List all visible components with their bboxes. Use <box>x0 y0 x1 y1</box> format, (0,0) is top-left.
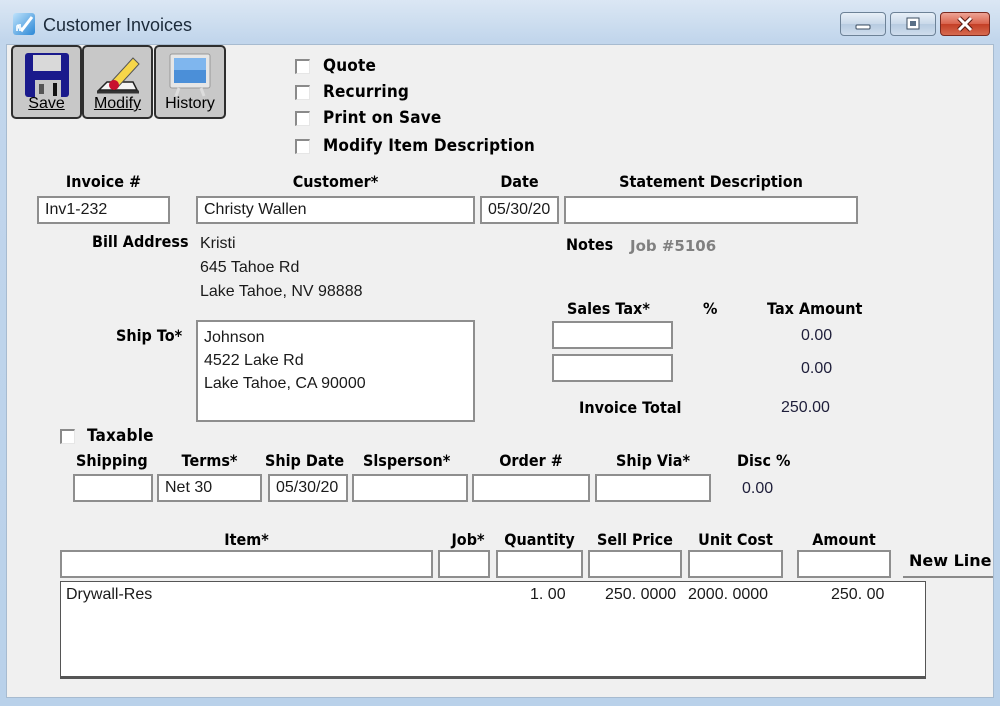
customer-invoices-window: Customer Invoices Save Modify History Qu… <box>0 0 1000 706</box>
quantity-field[interactable] <box>496 550 583 578</box>
checkbox-box[interactable] <box>295 138 310 154</box>
tax-amount-label: Tax Amount <box>767 299 863 318</box>
print-on-save-label: Print on Save <box>323 108 442 128</box>
statement-description-field[interactable] <box>564 196 858 224</box>
statement-description-label: Statement Description <box>619 172 803 191</box>
recurring-checkbox[interactable]: Recurring <box>295 82 409 102</box>
ship-to-line: Johnson <box>204 329 265 346</box>
invoice-number-label: Invoice # <box>65 172 142 191</box>
unit-cost-field[interactable] <box>688 550 783 578</box>
line-item-name: Drywall-Res <box>66 586 153 603</box>
save-label: Save <box>28 95 65 112</box>
unit-cost-label: Unit Cost <box>698 530 773 549</box>
sales-tax-field-2[interactable] <box>552 354 673 382</box>
ship-to-field[interactable]: Johnson 4522 Lake Rd Lake Tahoe, CA 9000… <box>196 320 475 422</box>
line-item-unit-cost: 2000. 0000 <box>688 586 769 603</box>
checkbox-box[interactable] <box>60 428 75 444</box>
app-icon <box>13 13 35 35</box>
title-bar[interactable]: Customer Invoices <box>0 0 1000 44</box>
notes-value[interactable]: Job #5106 <box>630 237 716 255</box>
recurring-label: Recurring <box>323 82 410 102</box>
bill-address-label: Bill Address <box>92 232 189 251</box>
amount-label: Amount <box>812 530 876 549</box>
order-number-field[interactable] <box>472 474 590 502</box>
disc-percent-label: Disc % <box>737 451 791 470</box>
floppy-disk-icon <box>24 53 69 97</box>
close-button[interactable] <box>940 12 990 36</box>
tax-amount-1: 0.00 <box>801 327 833 344</box>
percent-label: % <box>703 299 718 318</box>
modify-item-description-label: Modify Item Description <box>323 136 536 156</box>
line-item-quantity: 1. 00 <box>530 586 566 603</box>
line-item-sell-price: 250. 0000 <box>605 586 677 603</box>
maximize-icon <box>906 17 920 30</box>
disc-percent-value: 0.00 <box>742 480 774 497</box>
close-icon <box>957 16 973 32</box>
customer-field[interactable]: Christy Wallen <box>196 196 475 224</box>
slsperson-label: Slsperson* <box>363 451 451 470</box>
bill-address-line: Lake Tahoe, NV 98888 <box>200 283 363 300</box>
shipping-label: Shipping <box>76 451 148 470</box>
ship-via-label: Ship Via* <box>616 451 690 470</box>
new-line-button[interactable]: New Line <box>903 546 993 578</box>
customer-label: Customer* <box>292 172 379 191</box>
invoice-number-field[interactable]: Inv1-232 <box>37 196 170 224</box>
ship-via-field[interactable] <box>595 474 711 502</box>
history-button[interactable]: History <box>154 45 226 119</box>
terms-label: Terms* <box>181 451 238 470</box>
date-field[interactable]: 05/30/20 <box>480 196 559 224</box>
save-button[interactable]: Save <box>11 45 82 119</box>
ship-to-line: 4522 Lake Rd <box>204 352 304 369</box>
quote-checkbox[interactable]: Quote <box>295 56 376 76</box>
order-number-label: Order # <box>499 451 563 470</box>
sales-tax-label: Sales Tax* <box>567 299 650 318</box>
print-on-save-checkbox[interactable]: Print on Save <box>295 108 442 128</box>
item-label: Item* <box>224 530 269 549</box>
tax-amount-2: 0.00 <box>801 360 833 377</box>
amount-field[interactable] <box>797 550 891 578</box>
monitor-icon <box>169 53 211 97</box>
pencil-eraser-icon <box>96 57 140 94</box>
item-field[interactable] <box>60 550 433 578</box>
checkbox-box[interactable] <box>295 110 310 126</box>
line-item-amount: 250. 00 <box>831 586 885 603</box>
sell-price-field[interactable] <box>588 550 682 578</box>
invoice-total-label: Invoice Total <box>579 398 682 417</box>
sell-price-label: Sell Price <box>597 530 673 549</box>
ship-to-line: Lake Tahoe, CA 90000 <box>204 375 366 392</box>
taxable-label: Taxable <box>87 426 154 446</box>
ship-to-label: Ship To* <box>116 326 183 345</box>
slsperson-field[interactable] <box>352 474 468 502</box>
shipping-field[interactable] <box>73 474 153 502</box>
sales-tax-field-1[interactable] <box>552 321 673 349</box>
invoice-total-value: 250.00 <box>781 399 830 416</box>
minimize-button[interactable] <box>840 12 886 36</box>
terms-field[interactable]: Net 30 <box>157 474 262 502</box>
ship-date-field[interactable]: 05/30/20 <box>268 474 348 502</box>
notes-label: Notes <box>566 235 614 254</box>
taxable-checkbox[interactable]: Taxable <box>60 426 154 446</box>
window-title: Customer Invoices <box>43 15 193 35</box>
bill-address-line: 645 Tahoe Rd <box>200 259 300 276</box>
job-field[interactable] <box>438 550 490 578</box>
date-label: Date <box>500 172 539 191</box>
bill-address-line: Kristi <box>200 235 236 252</box>
modify-label: Modify <box>93 95 142 112</box>
ship-date-label: Ship Date <box>265 451 345 470</box>
maximize-button[interactable] <box>890 12 936 36</box>
minimize-icon <box>855 24 871 30</box>
modify-button[interactable]: Modify <box>82 45 153 119</box>
line-items-list[interactable]: Drywall-Res 1. 00 250. 0000 2000. 0000 2… <box>60 581 926 679</box>
checkbox-box[interactable] <box>295 58 310 74</box>
quantity-label: Quantity <box>504 530 575 549</box>
modify-item-description-checkbox[interactable]: Modify Item Description <box>295 136 535 156</box>
quote-label: Quote <box>323 56 377 76</box>
history-label: History <box>165 95 215 112</box>
checkbox-box[interactable] <box>295 84 310 100</box>
job-label: Job* <box>451 530 485 549</box>
